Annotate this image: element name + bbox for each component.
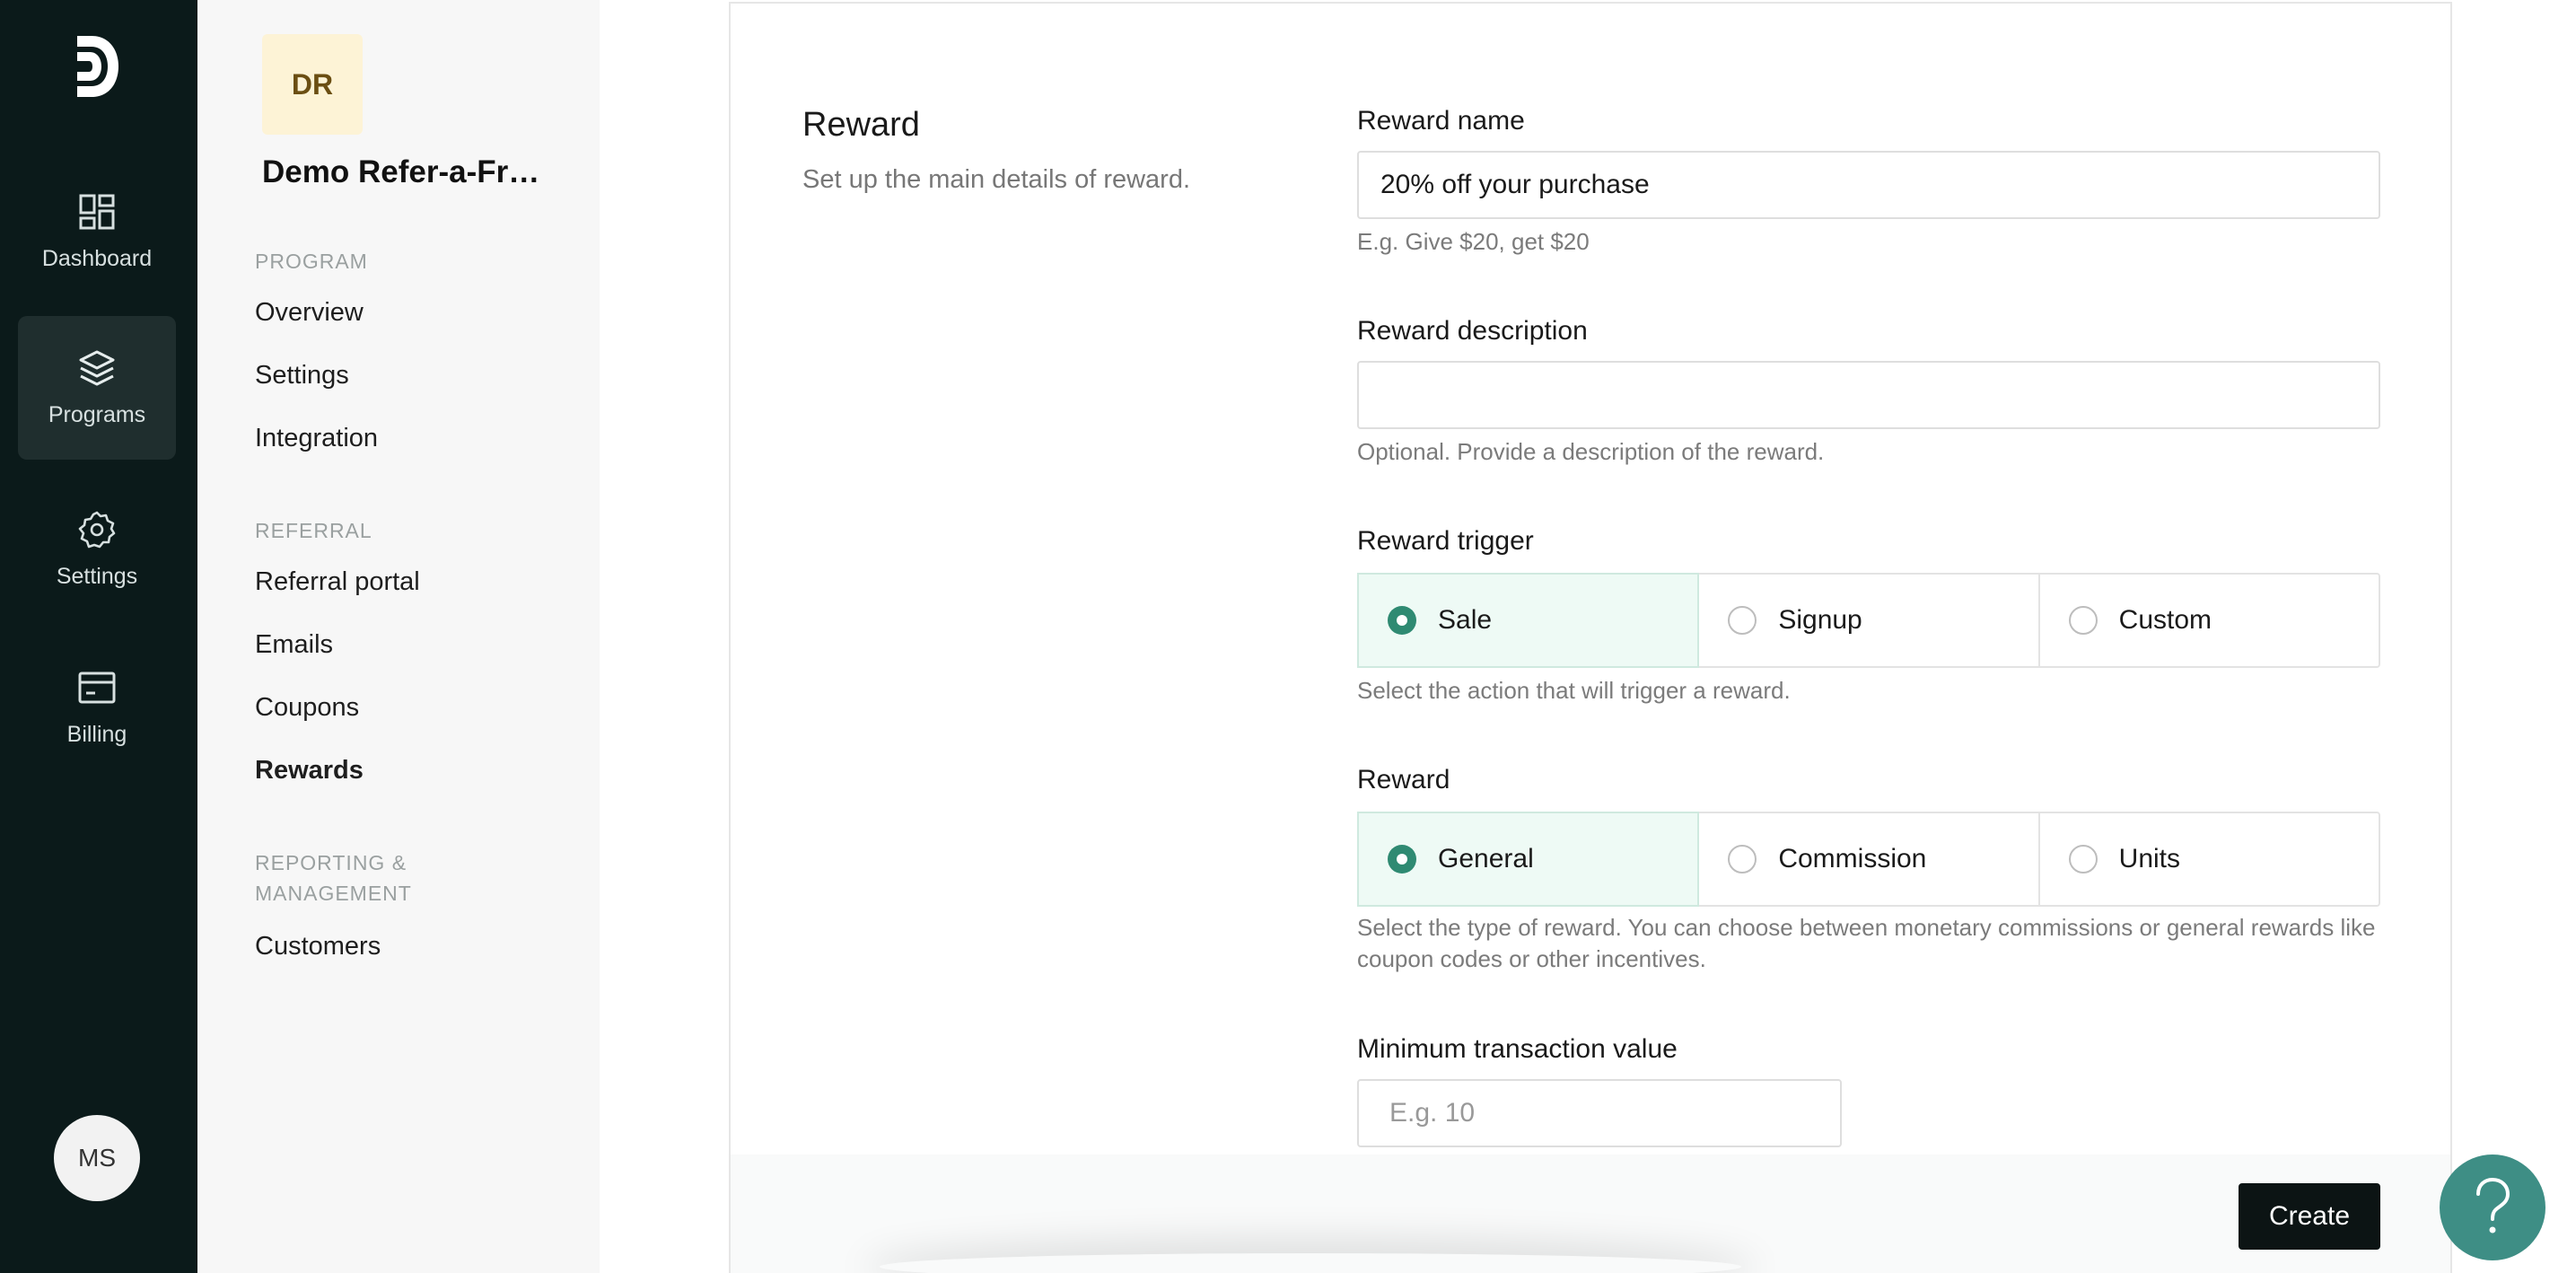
- subnav-link-referral-portal[interactable]: Referral portal: [255, 567, 420, 597]
- reward-option-commission[interactable]: Commission: [1699, 813, 2040, 905]
- subnav-link-emails[interactable]: Emails: [255, 630, 333, 660]
- reward-trigger-group: Sale Signup Custom: [1357, 573, 2380, 668]
- program-subnav: DR Demo Refer-a-Friend PROGRAM Overview …: [197, 0, 600, 1273]
- subnav-link-overview[interactable]: Overview: [255, 298, 364, 328]
- reward-name-input[interactable]: [1357, 151, 2380, 219]
- subnav-link-rewards[interactable]: Rewards: [255, 756, 364, 786]
- reward-name-label: Reward name: [1357, 106, 1525, 136]
- radio-unselected-icon: [2068, 845, 2098, 874]
- trigger-option-custom[interactable]: Custom: [2040, 575, 2379, 666]
- reward-option-label: General: [1438, 844, 1534, 874]
- radio-selected-icon: [1388, 845, 1416, 874]
- trigger-option-sale[interactable]: Sale: [1357, 573, 1700, 668]
- reward-option-general[interactable]: General: [1357, 812, 1700, 907]
- nav-programs-label: Programs: [48, 401, 146, 427]
- subnav-link-customers[interactable]: Customers: [255, 932, 381, 961]
- reward-option-label: Units: [2118, 844, 2181, 874]
- program-avatar: DR: [262, 34, 363, 135]
- nav-billing-label: Billing: [66, 721, 127, 747]
- subnav-link-coupons[interactable]: Coupons: [255, 693, 359, 723]
- reward-option-label: Commission: [1778, 844, 1927, 874]
- subnav-link-settings[interactable]: Settings: [255, 361, 349, 391]
- reward-option-units[interactable]: Units: [2040, 813, 2379, 905]
- nav-programs[interactable]: Programs: [18, 316, 176, 460]
- nav-settings[interactable]: Settings: [18, 478, 176, 621]
- billing-icon: [78, 672, 116, 703]
- footer-shadow: [880, 1253, 1741, 1273]
- trigger-option-label: Custom: [2118, 605, 2212, 635]
- app-logo-icon[interactable]: [72, 32, 122, 101]
- program-name: Demo Refer-a-Friend: [262, 154, 542, 189]
- reward-type-help: Select the type of reward. You can choos…: [1357, 914, 2376, 972]
- nav-billing[interactable]: Billing: [18, 636, 176, 779]
- min-transaction-input[interactable]: [1357, 1079, 1842, 1147]
- reward-description-input[interactable]: [1357, 361, 2380, 429]
- question-mark-icon: [2476, 1177, 2510, 1233]
- reward-trigger-help: Select the action that will trigger a re…: [1357, 677, 1791, 704]
- user-avatar[interactable]: MS: [54, 1115, 140, 1201]
- reward-type-group: General Commission Units: [1357, 812, 2380, 907]
- radio-unselected-icon: [1728, 606, 1757, 635]
- reward-description-label: Reward description: [1357, 316, 1588, 346]
- gear-icon: [78, 511, 116, 548]
- section-heading-program: PROGRAM: [255, 250, 368, 273]
- nav-dashboard-label: Dashboard: [41, 245, 153, 271]
- section-description: Set up the main details of reward.: [802, 165, 1191, 194]
- section-heading-referral: REFERRAL: [255, 519, 372, 542]
- radio-unselected-icon: [1728, 845, 1757, 874]
- subnav-link-integration[interactable]: Integration: [255, 424, 378, 453]
- create-button[interactable]: Create: [2239, 1183, 2380, 1250]
- section-heading-reporting: REPORTING & MANAGEMENT: [255, 851, 412, 905]
- reward-type-label: Reward: [1357, 765, 1450, 795]
- reward-description-help: Optional. Provide a description of the r…: [1357, 438, 1825, 465]
- nav-settings-label: Settings: [56, 563, 138, 589]
- trigger-option-label: Signup: [1778, 605, 1862, 635]
- help-button[interactable]: [2440, 1154, 2545, 1260]
- main-sidebar: Dashboard Programs Settings Billing MS: [0, 0, 197, 1273]
- section-title: Reward: [802, 106, 920, 144]
- radio-selected-icon: [1388, 606, 1416, 635]
- layers-icon: [79, 350, 115, 385]
- reward-name-help: E.g. Give $20, get $20: [1357, 228, 1590, 255]
- min-transaction-label: Minimum transaction value: [1357, 1034, 1678, 1064]
- radio-unselected-icon: [2068, 606, 2098, 635]
- form-footer: [731, 1154, 2450, 1273]
- trigger-option-signup[interactable]: Signup: [1699, 575, 2040, 666]
- reward-trigger-label: Reward trigger: [1357, 526, 1534, 556]
- trigger-option-label: Sale: [1438, 605, 1493, 635]
- dashboard-icon: [79, 194, 115, 229]
- nav-dashboard[interactable]: Dashboard: [18, 160, 176, 303]
